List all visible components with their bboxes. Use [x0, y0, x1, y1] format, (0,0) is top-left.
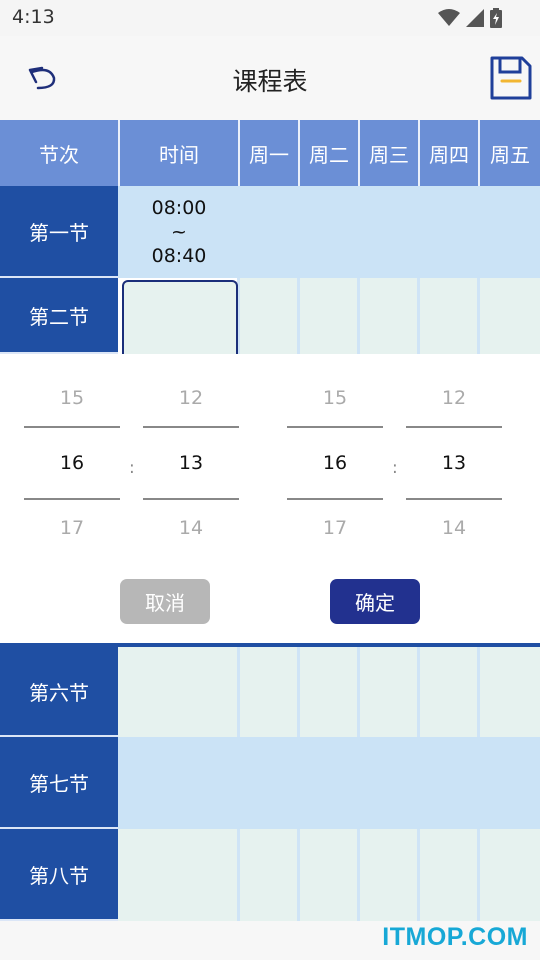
start-minute-wheel[interactable]: 12 13 14 [143, 382, 239, 544]
table-row: 第六节 [0, 643, 540, 737]
time-range[interactable]: 08:00 ~ 08:40 [120, 186, 238, 278]
time-cell[interactable] [118, 829, 240, 921]
end-minute-wheel[interactable]: 12 13 14 [406, 382, 502, 544]
time-separator: ~ [171, 221, 187, 243]
wheel-current: 13 [406, 426, 502, 500]
start-hour-wheel[interactable]: 15 16 17 [24, 382, 120, 544]
wheel-next: 14 [178, 517, 204, 539]
row-label: 第一节 [0, 186, 118, 278]
time-cell[interactable] [118, 647, 240, 737]
header-fri: 周五 [480, 120, 540, 186]
course-cell[interactable] [420, 278, 480, 354]
status-bar: 4:13 [0, 0, 540, 36]
course-cell[interactable] [360, 647, 420, 737]
colon-separator: : [129, 458, 135, 478]
course-cell[interactable] [480, 278, 540, 354]
course-cell[interactable] [480, 829, 540, 921]
course-cell[interactable] [300, 278, 360, 354]
course-cell[interactable] [360, 278, 420, 354]
wheel-current: 16 [287, 426, 383, 500]
time-end: 08:40 [151, 245, 207, 267]
wheel-current: 16 [24, 426, 120, 500]
table-row: 第八节 [0, 829, 540, 921]
table-row: 第一节 08:00 ~ 08:40 [0, 186, 540, 278]
header-period: 节次 [0, 120, 120, 186]
wheel-next: 17 [322, 517, 348, 539]
table-row: 第七节 [0, 737, 540, 829]
header-thu: 周四 [420, 120, 480, 186]
wheel-prev: 12 [178, 387, 204, 409]
wheel-current: 13 [143, 426, 239, 500]
confirm-button[interactable]: 确定 [330, 579, 420, 624]
course-cell[interactable] [240, 829, 300, 921]
save-button[interactable] [490, 56, 532, 100]
time-start: 08:00 [151, 197, 207, 219]
save-icon [490, 56, 532, 100]
row-label: 第八节 [0, 829, 118, 921]
row-label: 第六节 [0, 647, 118, 737]
course-cell[interactable] [480, 647, 540, 737]
battery-icon [490, 8, 502, 28]
course-cell[interactable] [240, 647, 300, 737]
cancel-button[interactable]: 取消 [120, 579, 210, 624]
course-cell[interactable] [420, 647, 480, 737]
status-icons [438, 8, 502, 28]
colon-separator: : [392, 458, 398, 478]
header-mon: 周一 [240, 120, 300, 186]
time-picker: 15 16 17 : 12 13 14 15 16 17 : 12 13 14 … [0, 354, 540, 643]
course-cell[interactable] [360, 829, 420, 921]
wheel-prev: 15 [59, 387, 85, 409]
header-tue: 周二 [300, 120, 360, 186]
wheel-prev: 15 [322, 387, 348, 409]
row-label: 第七节 [0, 737, 118, 829]
wifi-icon [438, 9, 460, 26]
wheel-next: 14 [441, 517, 467, 539]
page-title: 课程表 [232, 67, 308, 96]
course-cell[interactable] [420, 829, 480, 921]
table-row: 第二节 [0, 278, 540, 360]
signal-icon [466, 9, 484, 27]
end-hour-wheel[interactable]: 15 16 17 [287, 382, 383, 544]
time-cell-selected[interactable] [122, 280, 238, 360]
header-time: 时间 [120, 120, 240, 186]
row-label: 第二节 [0, 278, 118, 354]
watermark-logo: ITMOP.COM [382, 923, 528, 951]
table-header: 节次 时间 周一 周二 周三 周四 周五 [0, 120, 540, 186]
app-bar: 课程表 [0, 36, 540, 120]
course-cell[interactable] [300, 829, 360, 921]
wheel-next: 17 [59, 517, 85, 539]
header-wed: 周三 [360, 120, 420, 186]
row-cells[interactable] [118, 737, 540, 829]
course-cell[interactable] [300, 647, 360, 737]
status-time: 4:13 [12, 6, 55, 28]
course-cell[interactable] [240, 278, 300, 354]
wheel-prev: 12 [441, 387, 467, 409]
